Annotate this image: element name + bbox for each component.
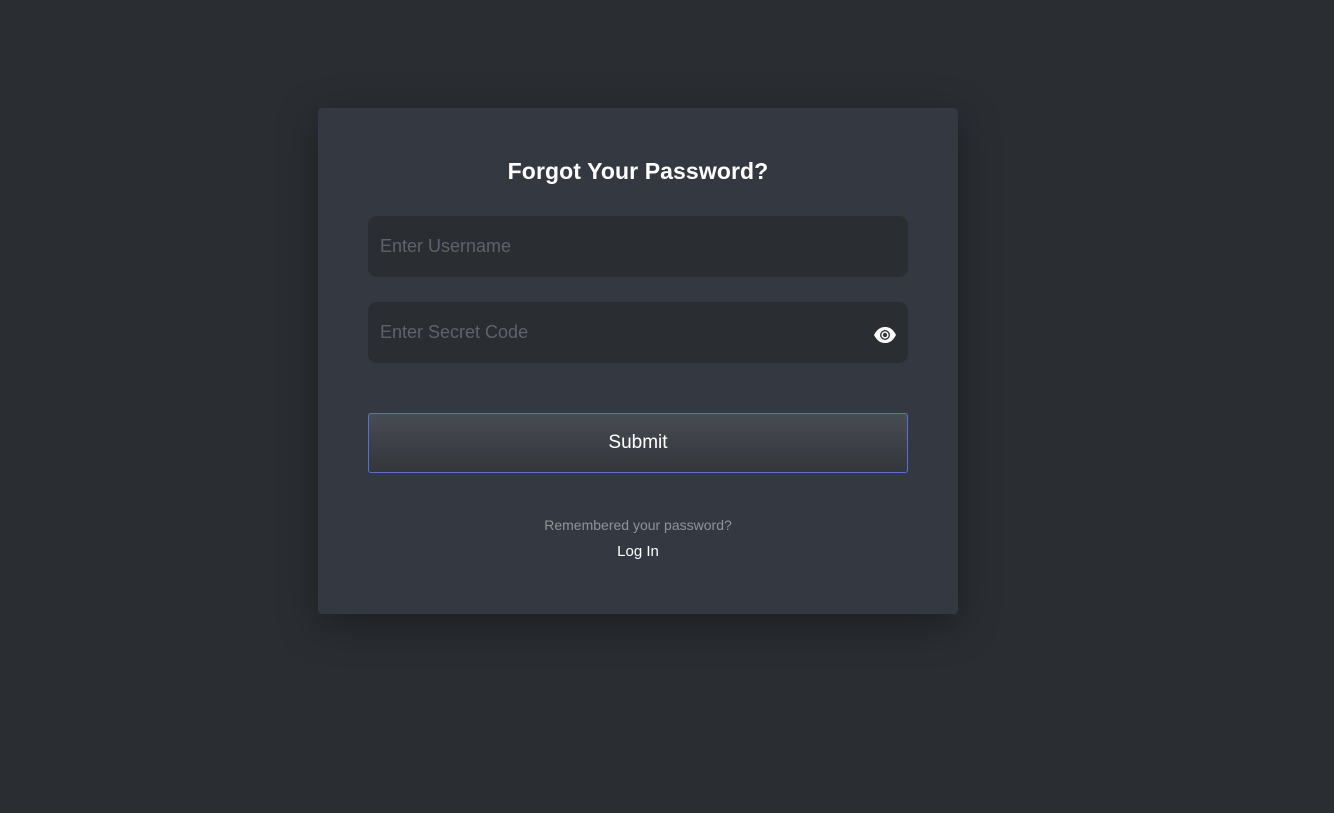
login-link-wrapper: Log In bbox=[318, 543, 958, 560]
page-title: Forgot Your Password? bbox=[507, 158, 769, 184]
page: Forgot Your Password? Submit Remembered … bbox=[0, 0, 1334, 813]
submit-button[interactable]: Submit bbox=[368, 413, 908, 473]
login-link[interactable]: Log In bbox=[617, 543, 659, 560]
username-input[interactable] bbox=[368, 216, 908, 277]
remembered-password-text: Remembered your password? bbox=[544, 517, 732, 533]
username-field-wrapper bbox=[368, 216, 908, 277]
forgot-password-card: Forgot Your Password? Submit Remembered … bbox=[318, 108, 958, 614]
secret-code-input[interactable] bbox=[368, 302, 908, 363]
eye-icon[interactable] bbox=[873, 326, 897, 344]
secret-code-field-wrapper bbox=[368, 302, 908, 363]
